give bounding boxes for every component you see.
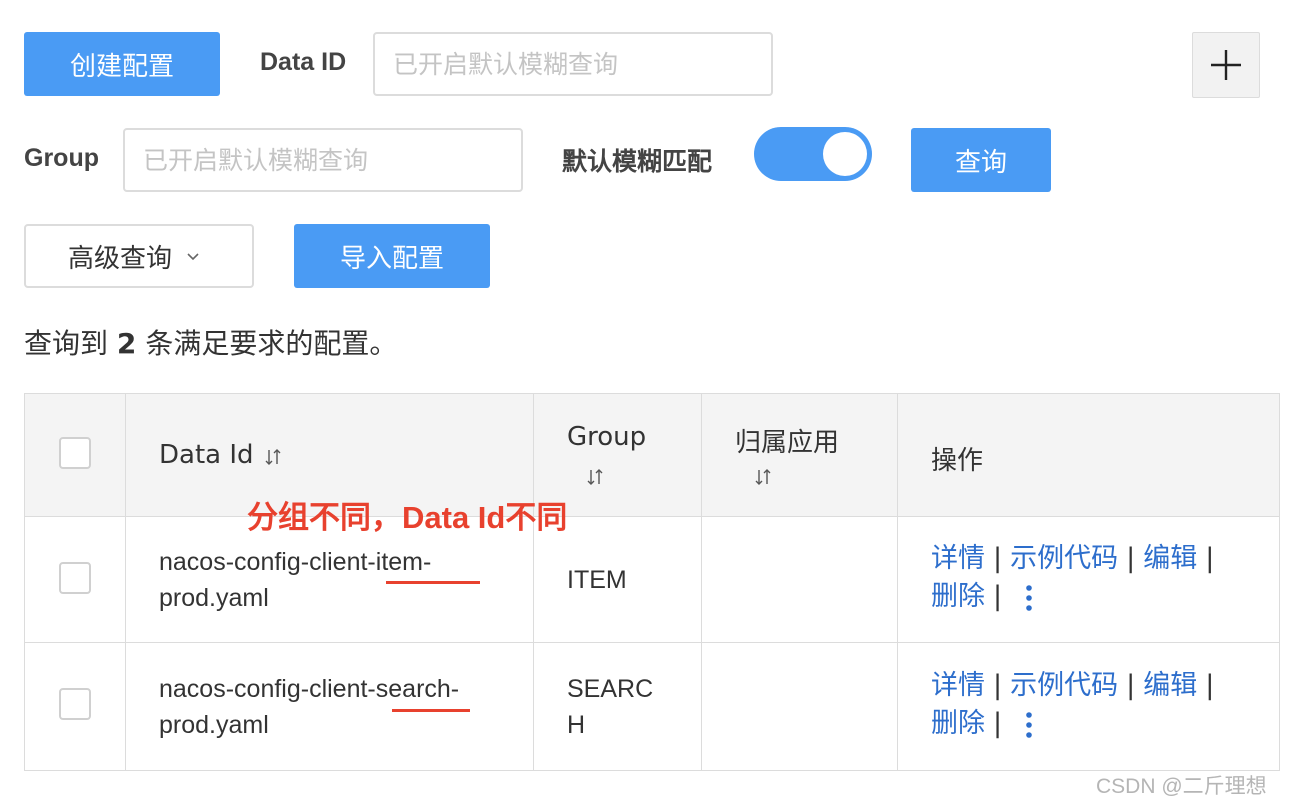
row-checkbox[interactable] bbox=[59, 562, 91, 594]
switch-knob bbox=[823, 132, 867, 176]
watermark: CSDN @二斤理想 bbox=[1096, 775, 1267, 798]
delete-link[interactable]: 删除 bbox=[931, 581, 985, 612]
sort-icon[interactable] bbox=[755, 467, 771, 487]
ops-separator: | bbox=[1126, 670, 1136, 701]
chevron-down-icon bbox=[187, 253, 199, 261]
sort-icon[interactable] bbox=[265, 447, 281, 467]
sort-icon[interactable] bbox=[587, 467, 603, 487]
summary-prefix: 查询到 bbox=[24, 327, 109, 360]
row-operations: 详情 | 示例代码 | 编辑 | 删除 | bbox=[931, 667, 1241, 743]
summary-count: 2 bbox=[116, 327, 137, 360]
edit-link[interactable]: 编辑 bbox=[1143, 670, 1197, 701]
result-summary: 查询到 2 条满足要求的配置。 bbox=[24, 322, 397, 362]
header-app: 归属应用 bbox=[735, 428, 840, 458]
summary-suffix: 条满足要求的配置。 bbox=[145, 327, 398, 360]
more-vertical-icon[interactable] bbox=[1026, 584, 1032, 611]
row-group: SEARCH bbox=[567, 675, 654, 739]
advanced-search-label: 高级查询 bbox=[68, 243, 173, 274]
ops-separator: | bbox=[1205, 670, 1215, 701]
ops-separator: | bbox=[993, 670, 1003, 701]
fuzzy-match-label: 默认模糊匹配 bbox=[562, 147, 713, 176]
header-group: Group bbox=[567, 422, 647, 452]
search-button[interactable]: 查询 bbox=[911, 128, 1051, 192]
data-id-label: Data ID bbox=[260, 48, 347, 76]
row-checkbox[interactable] bbox=[59, 688, 91, 720]
ops-separator: | bbox=[1126, 543, 1136, 574]
red-underline bbox=[392, 709, 470, 712]
row-data-id: nacos-config-client-item-prod.yaml bbox=[159, 548, 432, 612]
delete-link[interactable]: 删除 bbox=[931, 708, 985, 739]
add-button[interactable] bbox=[1192, 32, 1260, 98]
ops-separator: | bbox=[1205, 543, 1215, 574]
group-label: Group bbox=[24, 144, 99, 172]
edit-link[interactable]: 编辑 bbox=[1143, 543, 1197, 574]
advanced-search-dropdown[interactable]: 高级查询 bbox=[24, 224, 254, 288]
red-annotation: 分组不同，Data Id不同 bbox=[247, 500, 568, 535]
import-config-button[interactable]: 导入配置 bbox=[294, 224, 490, 288]
header-operations: 操作 bbox=[931, 446, 984, 476]
red-underline bbox=[386, 581, 480, 584]
detail-link[interactable]: 详情 bbox=[931, 543, 985, 574]
select-all-checkbox[interactable] bbox=[59, 437, 91, 469]
fuzzy-match-switch[interactable] bbox=[754, 127, 872, 181]
header-data-id: Data Id bbox=[159, 440, 254, 470]
row-group: ITEM bbox=[567, 566, 627, 594]
data-id-input[interactable] bbox=[373, 32, 773, 96]
sample-code-link[interactable]: 示例代码 bbox=[1010, 670, 1118, 701]
row-operations: 详情 | 示例代码 | 编辑 | 删除 | bbox=[931, 540, 1241, 616]
config-table: Data Id Group 归属应用 操作 nacos-config-clien… bbox=[24, 393, 1280, 771]
ops-separator: | bbox=[993, 708, 1003, 739]
row-data-id: nacos-config-client-search-prod.yaml bbox=[159, 675, 460, 739]
ops-separator: | bbox=[993, 543, 1003, 574]
more-vertical-icon[interactable] bbox=[1026, 711, 1032, 738]
ops-separator: | bbox=[993, 581, 1003, 612]
plus-icon bbox=[1211, 50, 1241, 80]
sample-code-link[interactable]: 示例代码 bbox=[1010, 543, 1118, 574]
create-config-button[interactable]: 创建配置 bbox=[24, 32, 220, 96]
group-input[interactable] bbox=[123, 128, 523, 192]
detail-link[interactable]: 详情 bbox=[931, 670, 985, 701]
